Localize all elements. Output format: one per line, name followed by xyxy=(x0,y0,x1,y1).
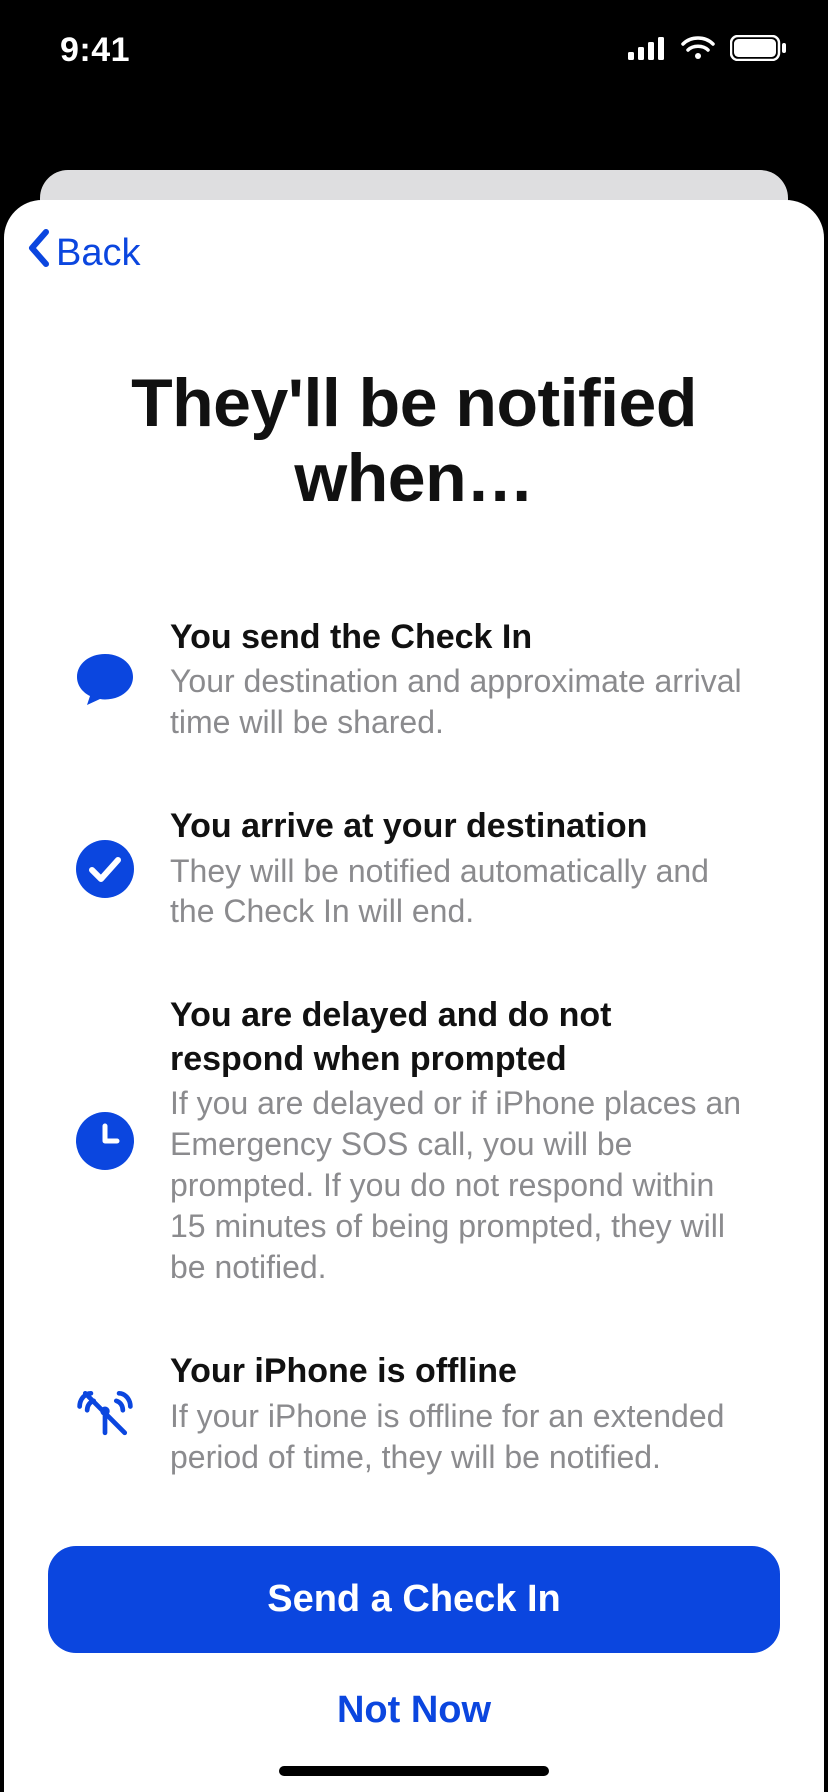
status-bar: 9:41 xyxy=(0,0,828,100)
list-item-title: You send the Check In xyxy=(170,616,754,660)
info-list: You send the Check In Your destination a… xyxy=(4,516,824,1478)
back-button[interactable]: Back xyxy=(26,228,140,278)
page-title: They'll be notified when… xyxy=(4,278,824,516)
send-check-in-button[interactable]: Send a Check In xyxy=(48,1546,780,1653)
offline-icon xyxy=(74,1383,136,1445)
list-item-title: You arrive at your destination xyxy=(170,805,754,849)
checkmark-circle-icon xyxy=(74,838,136,900)
cellular-icon xyxy=(628,36,666,65)
list-item: You are delayed and do not respond when … xyxy=(74,994,754,1288)
list-item-desc: If you are delayed or if iPhone places a… xyxy=(170,1083,754,1288)
screen: 9:41 Back They'll be notified when… xyxy=(0,0,828,1792)
status-time: 9:41 xyxy=(60,31,130,70)
list-item: You arrive at your destination They will… xyxy=(74,805,754,932)
list-item-title: You are delayed and do not respond when … xyxy=(170,994,754,1081)
status-indicators xyxy=(628,35,788,66)
back-label: Back xyxy=(56,232,140,275)
chevron-left-icon xyxy=(26,228,52,278)
list-item: Your iPhone is offline If your iPhone is… xyxy=(74,1350,754,1477)
battery-icon xyxy=(730,35,788,66)
list-item: You send the Check In Your destination a… xyxy=(74,616,754,743)
list-item-title: Your iPhone is offline xyxy=(170,1350,754,1394)
home-indicator[interactable] xyxy=(279,1766,549,1776)
not-now-button[interactable]: Not Now xyxy=(337,1689,491,1732)
wifi-icon xyxy=(680,35,716,66)
modal-sheet: Back They'll be notified when… You send … xyxy=(4,200,824,1792)
message-bubble-icon xyxy=(74,648,136,710)
nav-bar: Back xyxy=(4,200,824,278)
list-item-desc: If your iPhone is offline for an extende… xyxy=(170,1396,754,1478)
list-item-desc: Your destination and approximate arrival… xyxy=(170,661,754,743)
footer: Send a Check In Not Now xyxy=(4,1546,824,1792)
list-item-desc: They will be notified automatically and … xyxy=(170,851,754,933)
clock-icon xyxy=(74,1110,136,1172)
